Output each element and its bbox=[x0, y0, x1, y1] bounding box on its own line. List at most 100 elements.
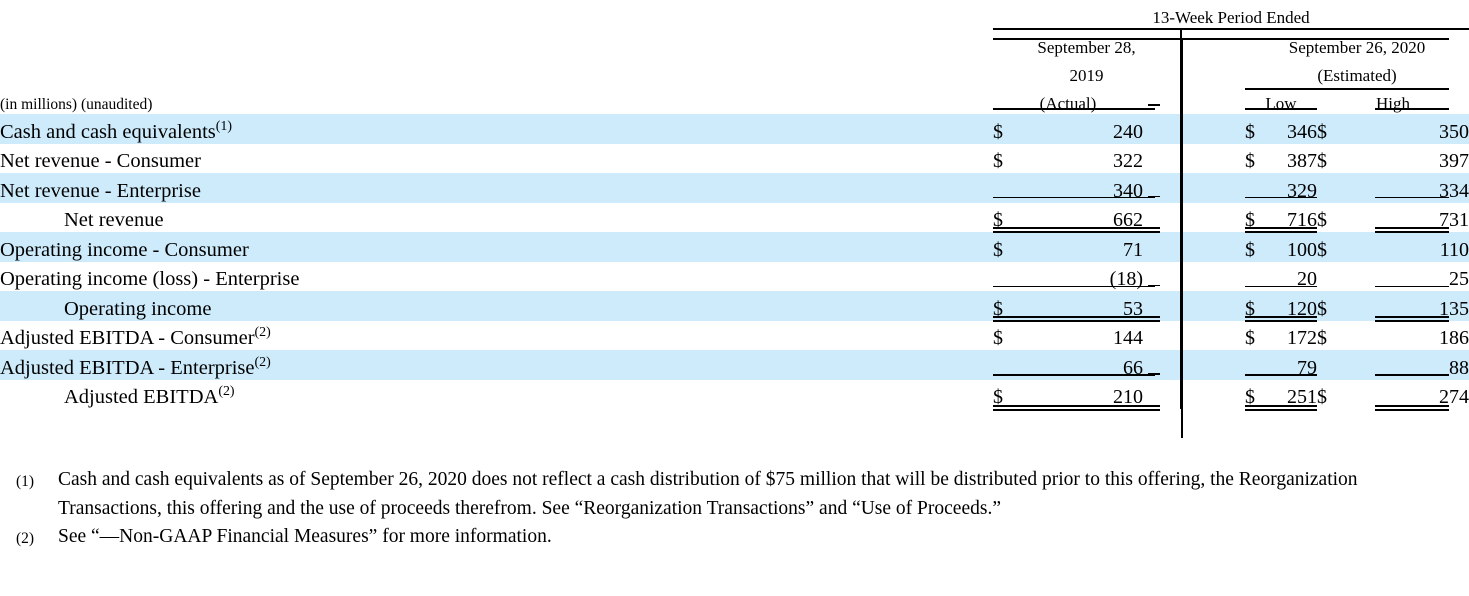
row-label-footnote-ref: (2) bbox=[218, 384, 235, 400]
header-row-date-line1: September 28, September 26, 2020 bbox=[0, 29, 1469, 58]
high-currency-symbol: $ bbox=[1317, 327, 1327, 349]
low-currency-symbol: $ bbox=[1245, 209, 1255, 231]
row-label-footnote-ref: (1) bbox=[215, 118, 233, 134]
actual-currency-symbol: $ bbox=[993, 291, 1021, 321]
table-row: Operating income (loss) - Enterprise (18)… bbox=[0, 261, 1469, 292]
row-spacer bbox=[1143, 350, 1181, 380]
row-divider-cell bbox=[1180, 114, 1245, 144]
high-currency-symbol: $ bbox=[1317, 150, 1327, 172]
table-row: Adjusted EBITDA - Enterprise(2) 66 79 88 bbox=[0, 350, 1469, 380]
row-label: Adjusted EBITDA - Consumer(2) bbox=[0, 325, 271, 349]
row-label: Operating income bbox=[0, 291, 993, 321]
actual-value: 662 bbox=[1113, 209, 1143, 231]
high-currency-symbol: $ bbox=[1317, 232, 1431, 262]
footnote-list: (1) Cash and cash equivalents as of Sept… bbox=[0, 466, 1469, 554]
low-currency-symbol: $ bbox=[1245, 114, 1279, 144]
row-label-footnote-ref: (2) bbox=[254, 325, 271, 341]
row-divider-cell bbox=[1180, 202, 1245, 232]
footnote-item: (1) Cash and cash equivalents as of Sept… bbox=[0, 466, 1469, 523]
row-label-footnote-ref: (2) bbox=[254, 354, 271, 370]
low-value: 172 bbox=[1287, 327, 1317, 349]
header-high-label: High bbox=[1376, 94, 1410, 113]
actual-currency-symbol: $ bbox=[993, 386, 1003, 408]
high-value: 397 bbox=[1439, 150, 1469, 172]
header-period-span: 13-Week Period Ended bbox=[993, 0, 1469, 30]
low-value: 79 bbox=[1279, 350, 1317, 380]
row-total-rule-high-2 bbox=[1375, 409, 1449, 411]
footnote-text: See “—Non-GAAP Financial Measures” for m… bbox=[58, 526, 552, 547]
high-currency-symbol: $ bbox=[1317, 386, 1327, 408]
low-currency-symbol bbox=[1245, 173, 1279, 203]
high-currency-symbol: $ bbox=[1317, 209, 1327, 231]
header-divider-cell-2 bbox=[1180, 58, 1245, 86]
low-value: 100 bbox=[1279, 232, 1317, 262]
low-value: 251 bbox=[1287, 386, 1317, 408]
actual-value: 144 bbox=[1113, 327, 1143, 349]
row-spacer bbox=[1143, 114, 1181, 144]
actual-currency-symbol: $ bbox=[993, 150, 1003, 172]
row-label: Net revenue - Consumer bbox=[0, 150, 201, 172]
low-currency-symbol: $ bbox=[1245, 291, 1279, 321]
footnote-text: Cash and cash equivalents as of Septembe… bbox=[58, 469, 1358, 519]
actual-currency-symbol: $ bbox=[993, 232, 1021, 262]
high-currency-symbol: $ bbox=[1317, 291, 1431, 321]
high-currency-symbol bbox=[1317, 262, 1431, 292]
actual-value: 340 bbox=[1021, 173, 1143, 203]
high-value: 186 bbox=[1439, 327, 1469, 349]
high-value: 110 bbox=[1431, 232, 1469, 262]
row-divider-cell bbox=[1180, 143, 1245, 173]
table-row: Net revenue - Consumer $322 $387 $397 bbox=[0, 143, 1469, 174]
header-divider-cell-3 bbox=[1180, 86, 1245, 114]
units-note: (in millions) (unaudited) bbox=[0, 96, 153, 113]
actual-value: 322 bbox=[1113, 150, 1143, 172]
footnote-marker: (2) bbox=[16, 530, 35, 547]
row-divider-cell bbox=[1180, 232, 1245, 262]
row-spacer bbox=[1143, 262, 1181, 292]
high-value: 135 bbox=[1431, 291, 1469, 321]
actual-currency-symbol bbox=[993, 173, 1021, 203]
table-row: Adjusted EBITDA - Consumer(2) $144 $172 $18… bbox=[0, 320, 1469, 350]
actual-currency-symbol bbox=[993, 262, 1021, 292]
row-total-rule-spacer-2 bbox=[1148, 409, 1160, 411]
row-divider-cell bbox=[1180, 261, 1245, 291]
row-spacer bbox=[1143, 173, 1181, 203]
header-col-2019-line1: September 28, bbox=[1037, 38, 1136, 57]
high-value: 274 bbox=[1439, 386, 1469, 408]
header-low-label: Low bbox=[1265, 94, 1297, 113]
actual-currency-symbol: $ bbox=[993, 327, 1003, 349]
header-spacer bbox=[1143, 86, 1181, 114]
table-row: Operating income $53 $120 $135 bbox=[0, 291, 1469, 321]
table-row: Operating income - Consumer $71 $100 $110 bbox=[0, 232, 1469, 262]
actual-value: 240 bbox=[1021, 114, 1143, 144]
row-label: Operating income - Consumer bbox=[0, 232, 993, 262]
low-currency-symbol: $ bbox=[1245, 150, 1255, 172]
table-row: Cash and cash equivalents(1) $240 $346 $350 bbox=[0, 114, 1469, 144]
low-value: 716 bbox=[1287, 209, 1317, 231]
row-spacer bbox=[1143, 203, 1181, 233]
row-spacer bbox=[1143, 291, 1181, 321]
low-currency-symbol: $ bbox=[1245, 232, 1279, 262]
actual-value: 66 bbox=[1021, 350, 1143, 380]
table-body: Cash and cash equivalents(1) $240 $346 $350… bbox=[0, 114, 1469, 409]
high-value: 25 bbox=[1449, 268, 1469, 290]
header-blank-label-2 bbox=[0, 29, 993, 58]
table-row: Adjusted EBITDA(2) $210 $251 $274 bbox=[0, 379, 1469, 409]
header-blank-label bbox=[0, 0, 993, 29]
row-spacer bbox=[1143, 144, 1181, 174]
actual-value: 53 bbox=[1021, 291, 1143, 321]
row-total-rule-low-2 bbox=[1245, 409, 1317, 411]
high-currency-symbol: $ bbox=[1317, 114, 1431, 144]
low-value: 387 bbox=[1287, 150, 1317, 172]
table-row: Net revenue $662 $716 $731 bbox=[0, 202, 1469, 233]
actual-currency-symbol: $ bbox=[993, 209, 1003, 231]
header-blank-label-3 bbox=[0, 58, 993, 86]
footnote-marker: (1) bbox=[16, 473, 35, 490]
header-col-2019-line2: 2019 bbox=[1069, 66, 1104, 85]
actual-value: 71 bbox=[1021, 232, 1143, 262]
row-total-rule-actual-2 bbox=[993, 409, 1155, 411]
header-col-2020-line1: September 26, 2020 bbox=[1288, 38, 1426, 57]
header-row-subcols: (in millions) (unaudited) (Actual) Low H… bbox=[0, 86, 1469, 114]
low-value: 120 bbox=[1279, 291, 1317, 321]
row-label: Net revenue - Enterprise bbox=[0, 173, 993, 203]
actual-currency-symbol bbox=[993, 350, 1021, 380]
